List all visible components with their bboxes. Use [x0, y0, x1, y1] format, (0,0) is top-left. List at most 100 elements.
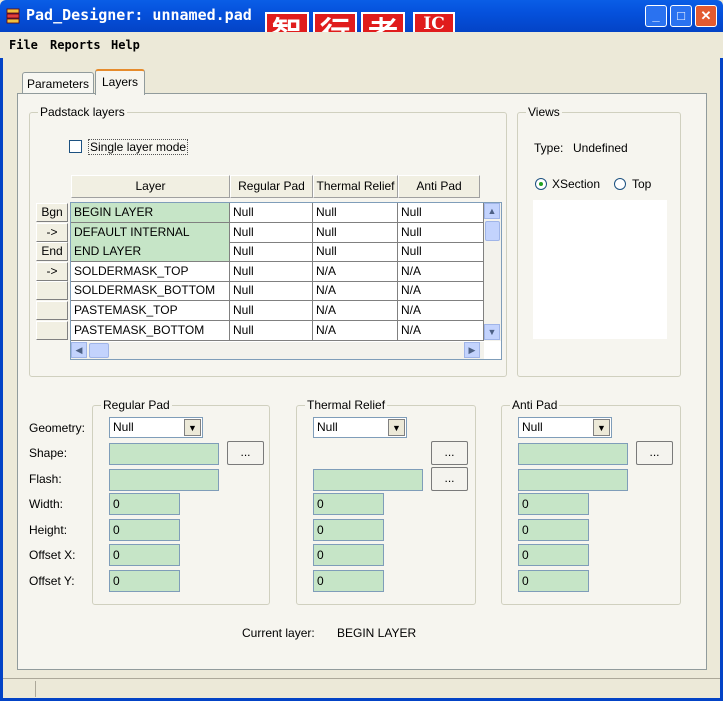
- cell-layer[interactable]: PASTEMASK_TOP: [71, 301, 230, 321]
- view-type-value: Undefined: [573, 141, 628, 155]
- menu-help[interactable]: Help: [111, 38, 140, 52]
- cell-thermal-relief[interactable]: N/A: [313, 281, 398, 302]
- view-canvas[interactable]: [533, 200, 667, 339]
- xsection-label[interactable]: XSection: [552, 177, 600, 191]
- menu-file[interactable]: File: [9, 38, 38, 52]
- grid-horizontal-scrollbar[interactable]: ◀ ▶: [71, 342, 484, 359]
- cell-anti-pad[interactable]: N/A: [398, 320, 484, 341]
- cell-regular-pad[interactable]: Null: [230, 320, 313, 341]
- thermal-relief-geometry-select[interactable]: Null ▼: [313, 417, 407, 438]
- cell-regular-pad[interactable]: Null: [230, 203, 313, 223]
- thermal-relief-offset-y-field[interactable]: 0: [313, 570, 384, 592]
- vertical-scroll-thumb[interactable]: [485, 221, 500, 241]
- maximize-button[interactable]: □: [670, 5, 692, 27]
- top-radio[interactable]: [614, 178, 626, 190]
- row-button[interactable]: ->: [36, 222, 68, 242]
- anti-pad-geometry-select[interactable]: Null ▼: [518, 417, 612, 438]
- thermal-relief-height-value: 0: [317, 523, 324, 537]
- anti-pad-offset-x-field[interactable]: 0: [518, 544, 589, 566]
- cell-layer[interactable]: END LAYER: [71, 242, 230, 263]
- chevron-down-icon[interactable]: ▼: [593, 419, 610, 436]
- cell-thermal-relief[interactable]: Null: [313, 203, 398, 223]
- row-button[interactable]: End: [36, 242, 68, 262]
- regular-pad-offset-x-field[interactable]: 0: [109, 544, 180, 566]
- regular-pad-width-field[interactable]: 0: [109, 493, 180, 515]
- chevron-down-icon[interactable]: ▼: [184, 419, 201, 436]
- anti-pad-height-field[interactable]: 0: [518, 519, 589, 541]
- row-button[interactable]: [36, 281, 68, 301]
- regular-pad-shape-browse-button[interactable]: ...: [227, 441, 264, 465]
- column-header-regular-pad[interactable]: Regular Pad: [230, 175, 313, 198]
- regular-pad-flash-field[interactable]: [109, 469, 219, 491]
- cell-layer[interactable]: SOLDERMASK_TOP: [71, 261, 230, 282]
- single-layer-mode-checkbox[interactable]: [69, 140, 82, 153]
- cell-regular-pad[interactable]: Null: [230, 261, 313, 282]
- cell-layer[interactable]: PASTEMASK_BOTTOM: [71, 320, 230, 341]
- scroll-right-icon[interactable]: ▶: [464, 342, 480, 358]
- cell-thermal-relief[interactable]: N/A: [313, 261, 398, 282]
- cell-thermal-relief[interactable]: N/A: [313, 301, 398, 321]
- current-layer-label: Current layer:: [242, 626, 315, 640]
- cell-anti-pad[interactable]: Null: [398, 222, 484, 243]
- menu-reports[interactable]: Reports: [50, 38, 101, 52]
- minimize-button[interactable]: _: [645, 5, 667, 27]
- regular-pad-geometry-select[interactable]: Null ▼: [109, 417, 203, 438]
- anti-pad-shape-field[interactable]: [518, 443, 628, 465]
- top-label[interactable]: Top: [632, 177, 651, 191]
- anti-pad-shape-browse-button[interactable]: ...: [636, 441, 673, 465]
- anti-pad-group-label: Anti Pad: [510, 398, 560, 412]
- anti-pad-flash-field[interactable]: [518, 469, 628, 491]
- scroll-left-icon[interactable]: ◀: [71, 342, 87, 358]
- cell-thermal-relief[interactable]: N/A: [313, 320, 398, 341]
- cell-thermal-relief[interactable]: Null: [313, 222, 398, 243]
- regular-pad-shape-field[interactable]: [109, 443, 219, 465]
- horizontal-scroll-thumb[interactable]: [89, 343, 109, 358]
- cell-regular-pad[interactable]: Null: [230, 222, 313, 243]
- thermal-relief-flash-browse-button[interactable]: ...: [431, 467, 468, 491]
- row-button[interactable]: Bgn: [36, 203, 68, 222]
- regular-pad-offset-y-field[interactable]: 0: [109, 570, 180, 592]
- anti-pad-width-field[interactable]: 0: [518, 493, 589, 515]
- tab-layers[interactable]: Layers: [95, 69, 145, 95]
- view-type-label: Type:: [534, 141, 564, 155]
- chevron-down-icon[interactable]: ▼: [388, 419, 405, 436]
- cell-layer[interactable]: DEFAULT INTERNAL: [71, 222, 230, 243]
- column-header-anti-pad[interactable]: Anti Pad: [398, 175, 480, 198]
- cell-anti-pad[interactable]: Null: [398, 203, 484, 223]
- thermal-relief-shape-browse-button[interactable]: ...: [431, 441, 468, 465]
- cell-anti-pad[interactable]: N/A: [398, 261, 484, 282]
- cell-anti-pad[interactable]: N/A: [398, 281, 484, 302]
- column-header-thermal-relief[interactable]: Thermal Relief: [313, 175, 398, 198]
- xsection-radio[interactable]: [535, 178, 547, 190]
- cell-regular-pad[interactable]: Null: [230, 301, 313, 321]
- anti-pad-offset-x-value: 0: [522, 548, 529, 562]
- field-label-offset-y: Offset Y:: [29, 574, 75, 588]
- scroll-up-icon[interactable]: ▲: [484, 203, 500, 219]
- grid-vertical-scrollbar[interactable]: ▲ ▼: [484, 203, 501, 341]
- layers-grid-rows: BEGIN LAYER Null Null Null DEFAULT INTERNAL N…: [71, 203, 484, 341]
- cell-regular-pad[interactable]: Null: [230, 242, 313, 263]
- cell-layer[interactable]: BEGIN LAYER: [71, 203, 230, 223]
- thermal-relief-width-field[interactable]: 0: [313, 493, 384, 515]
- anti-pad-width-value: 0: [522, 497, 529, 511]
- row-button[interactable]: ->: [36, 261, 68, 281]
- regular-pad-height-field[interactable]: 0: [109, 519, 180, 541]
- cell-anti-pad[interactable]: Null: [398, 242, 484, 263]
- thermal-relief-width-value: 0: [317, 497, 324, 511]
- anti-pad-height-value: 0: [522, 523, 529, 537]
- cell-anti-pad[interactable]: N/A: [398, 301, 484, 321]
- row-button[interactable]: [36, 301, 68, 320]
- thermal-relief-height-field[interactable]: 0: [313, 519, 384, 541]
- cell-regular-pad[interactable]: Null: [230, 281, 313, 302]
- close-button[interactable]: ✕: [695, 5, 717, 27]
- thermal-relief-flash-field[interactable]: [313, 469, 423, 491]
- cell-layer[interactable]: SOLDERMASK_BOTTOM: [71, 281, 230, 302]
- scroll-down-icon[interactable]: ▼: [484, 324, 500, 340]
- column-header-layer[interactable]: Layer: [71, 175, 230, 198]
- anti-pad-offset-y-field[interactable]: 0: [518, 570, 589, 592]
- cell-thermal-relief[interactable]: Null: [313, 242, 398, 263]
- thermal-relief-offset-x-field[interactable]: 0: [313, 544, 384, 566]
- field-label-geometry: Geometry:: [29, 421, 86, 435]
- single-layer-mode-label[interactable]: Single layer mode: [88, 139, 189, 155]
- row-button[interactable]: [36, 320, 68, 340]
